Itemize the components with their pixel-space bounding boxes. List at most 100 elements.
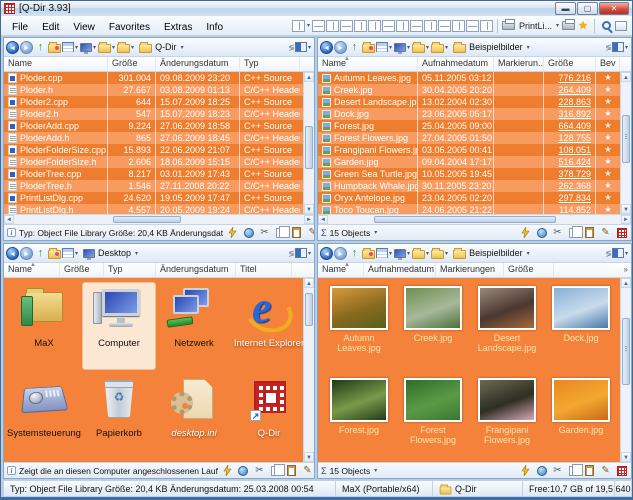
desktop-icon[interactable]: ▾ bbox=[394, 246, 411, 260]
thumbnail-item[interactable]: Garden.jpg bbox=[546, 378, 616, 435]
chevron-down-icon[interactable]: ▾ bbox=[307, 22, 310, 29]
column-header-nderungsdatum[interactable]: Änderungsdatum bbox=[156, 263, 236, 277]
scrollbar-thumb[interactable] bbox=[305, 126, 313, 169]
column-header-name[interactable]: Name▲ bbox=[318, 57, 418, 71]
refresh-lightning-icon[interactable] bbox=[519, 464, 532, 478]
scroll-left-arrow[interactable]: ◄ bbox=[4, 215, 14, 224]
selector-icon[interactable] bbox=[599, 19, 613, 33]
table-row[interactable]: Desert Landscape.jpg13.02.2004 02:30228.… bbox=[318, 96, 631, 108]
scroll-up-arrow[interactable]: ▲ bbox=[304, 278, 314, 288]
table-row[interactable]: PloderTree.cpp8.21703.01.2009 17:43C++ S… bbox=[4, 168, 314, 180]
layout-button[interactable] bbox=[410, 20, 423, 32]
table-row[interactable]: PloderTree.h1.54627.11.2008 20:22C/C++ H… bbox=[4, 180, 314, 192]
chevron-down-icon[interactable]: ▾ bbox=[374, 467, 377, 474]
desktop-item-papierkorb[interactable]: ♻Papierkorb bbox=[83, 373, 155, 459]
desktop-icon[interactable]: ▾ bbox=[394, 40, 411, 54]
layout-button[interactable] bbox=[382, 20, 395, 32]
table-row[interactable]: Forest Flowers.jpg27.04.2005 01:50128.75… bbox=[318, 132, 631, 144]
scrollbar-thumb[interactable] bbox=[622, 318, 630, 384]
address-bar[interactable]: Desktop▾ bbox=[83, 248, 139, 258]
table-row[interactable]: PloderAdd.h86527.06.2009 18:45C/C++ Head… bbox=[4, 132, 314, 144]
back-icon[interactable]: ◄ bbox=[6, 246, 19, 260]
column-header-aufnahmedatum[interactable]: Aufnahmedatum bbox=[418, 57, 494, 71]
column-header-bev[interactable]: Bev bbox=[596, 57, 620, 71]
copy-icon[interactable] bbox=[274, 226, 287, 240]
sum-icon[interactable]: Σ bbox=[321, 228, 327, 238]
chevron-down-icon[interactable]: ▾ bbox=[374, 229, 377, 236]
desktop-item-max[interactable]: MaX bbox=[8, 283, 80, 369]
refresh-lightning-icon[interactable] bbox=[519, 226, 532, 240]
refresh-lightning-icon[interactable] bbox=[221, 464, 234, 478]
layout-button[interactable] bbox=[452, 20, 465, 32]
column-header-gre[interactable]: Größe bbox=[108, 57, 156, 71]
qdir-grid-icon[interactable] bbox=[615, 464, 628, 478]
table-row[interactable]: Dock.jpg23.06.2005 05:17316.892★ bbox=[318, 108, 631, 120]
column-header-typ[interactable]: Typ bbox=[104, 263, 156, 277]
edit-pencil-icon[interactable]: ✎ bbox=[301, 464, 314, 478]
refresh-lightning-icon[interactable] bbox=[226, 226, 239, 240]
chevron-down-icon[interactable]: ▾ bbox=[181, 44, 184, 51]
table-row[interactable]: Frangipani Flowers.jpg03.06.2005 00:4110… bbox=[318, 144, 631, 156]
column-header-name[interactable]: Name▲ bbox=[4, 263, 60, 277]
vertical-scrollbar[interactable]: ▲▼ bbox=[620, 278, 631, 462]
pane-select-icon[interactable]: ▾ bbox=[295, 40, 312, 54]
view-grid-icon[interactable]: ▾ bbox=[376, 246, 393, 260]
horizontal-scrollbar[interactable]: ◄► bbox=[318, 214, 631, 224]
toolbar-overflow-icon[interactable]: ≶ bbox=[288, 249, 294, 258]
folder-favorites-icon[interactable] bbox=[48, 40, 61, 54]
paste-icon[interactable] bbox=[290, 226, 303, 240]
layout-button[interactable] bbox=[312, 20, 325, 32]
layout-button[interactable] bbox=[340, 20, 353, 32]
table-row[interactable]: Green Sea Turtle.jpg10.05.2005 19:45378.… bbox=[318, 168, 631, 180]
cut-icon[interactable]: ✂ bbox=[551, 464, 564, 478]
header-overflow-icon[interactable]: » bbox=[621, 263, 631, 277]
menu-item-edit[interactable]: Edit bbox=[35, 20, 66, 35]
forward-icon[interactable]: ► bbox=[334, 246, 347, 260]
toolbar-overflow-icon[interactable]: ≶ bbox=[288, 43, 294, 52]
folder-favorites-icon[interactable] bbox=[362, 246, 375, 260]
desktop-item-desktopini[interactable]: desktop.ini bbox=[158, 373, 230, 459]
column-header-name[interactable]: Name▲ bbox=[318, 263, 364, 277]
scroll-up-arrow[interactable]: ▲ bbox=[621, 278, 631, 288]
table-row[interactable]: Ploder2.cpp64415.07.2009 18:25C++ Source bbox=[4, 96, 314, 108]
layout-button[interactable] bbox=[326, 20, 339, 32]
layout-button[interactable] bbox=[354, 20, 367, 32]
maximize-button[interactable]: ▢ bbox=[577, 2, 598, 15]
desktop-item-systemsteuerung[interactable]: Systemsteuerung bbox=[8, 373, 80, 459]
scroll-right-arrow[interactable]: ► bbox=[621, 215, 631, 224]
scroll-up-arrow[interactable]: ▲ bbox=[304, 72, 314, 82]
view-grid-icon[interactable]: ▾ bbox=[62, 246, 79, 260]
table-row[interactable]: PrintListDlg.h4.55720.05.2009 19:24C/C++… bbox=[4, 204, 314, 214]
horizontal-scrollbar[interactable]: ◄► bbox=[4, 214, 314, 224]
toolbar-overflow-icon[interactable]: ≶ bbox=[605, 43, 611, 52]
column-header-titel[interactable]: Titel bbox=[236, 263, 292, 277]
globe-icon[interactable] bbox=[242, 226, 255, 240]
layout-button[interactable] bbox=[480, 20, 493, 32]
thumbnail-item[interactable]: Dock.jpg bbox=[546, 286, 616, 343]
paste-icon[interactable] bbox=[285, 464, 298, 478]
edit-pencil-icon[interactable]: ✎ bbox=[599, 226, 612, 240]
cut-icon[interactable]: ✂ bbox=[253, 464, 266, 478]
forward-icon[interactable]: ► bbox=[20, 246, 33, 260]
minimize-button[interactable]: ▬ bbox=[555, 2, 576, 15]
table-row[interactable]: Garden.jpg09.04.2004 17:17516.424★ bbox=[318, 156, 631, 168]
copy-icon[interactable] bbox=[567, 226, 580, 240]
column-header-nderungsdatum[interactable]: Änderungsdatum bbox=[156, 57, 240, 71]
desktop-item-netzwerk[interactable]: Netzwerk bbox=[158, 283, 230, 369]
up-icon[interactable]: ↑ bbox=[348, 246, 361, 260]
view-grid-icon[interactable]: ▾ bbox=[376, 40, 393, 54]
table-row[interactable]: Autumn Leaves.jpg05.11.2005 03:12776.216… bbox=[318, 72, 631, 84]
address-bar[interactable]: Q-Dir▾ bbox=[139, 42, 185, 53]
column-header-typ[interactable]: Typ bbox=[240, 57, 300, 71]
chevron-down-icon[interactable]: ▾ bbox=[527, 44, 530, 51]
scroll-up-arrow[interactable]: ▲ bbox=[621, 72, 631, 82]
up-icon[interactable]: ↑ bbox=[348, 40, 361, 54]
vertical-scrollbar[interactable]: ▲▼ bbox=[303, 278, 314, 462]
chevron-down-icon[interactable]: ▾ bbox=[556, 22, 559, 29]
thumbnail-item[interactable]: Desert Landscape.jpg bbox=[472, 286, 542, 353]
cut-icon[interactable]: ✂ bbox=[551, 226, 564, 240]
scrollbar-thumb[interactable] bbox=[305, 293, 313, 326]
table-row[interactable]: Creek.jpg30.04.2005 20:20264.409★ bbox=[318, 84, 631, 96]
desktop-item-computer[interactable]: Computer bbox=[83, 283, 155, 369]
print-list-icon[interactable] bbox=[502, 19, 516, 33]
